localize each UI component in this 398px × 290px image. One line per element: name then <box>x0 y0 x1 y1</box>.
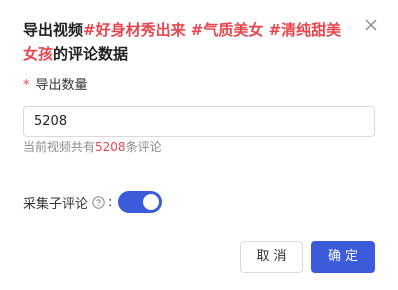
title-suffix: 的评论数据 <box>53 45 129 63</box>
cancel-button[interactable]: 取消 <box>240 241 303 273</box>
sub-comments-row: 采集子评论 : <box>23 191 163 213</box>
dialog-title: 导出视频#好身材秀出来 #气质美女 #清纯甜美女孩的评论数据 <box>23 18 353 66</box>
title-prefix: 导出视频 <box>23 21 84 39</box>
required-mark: * <box>23 78 30 93</box>
hint-prefix: 当前视频共有 <box>23 140 96 154</box>
sub-comments-label: 采集子评论 <box>23 196 89 212</box>
label-colon: : <box>108 194 113 210</box>
quantity-input[interactable] <box>23 106 375 137</box>
hint-count: 5208 <box>95 140 126 154</box>
quantity-label-text: 导出数量 <box>35 78 88 93</box>
confirm-button[interactable]: 确定 <box>311 241 375 273</box>
hint-suffix: 条评论 <box>125 140 162 154</box>
close-icon[interactable] <box>362 16 380 34</box>
sub-comments-toggle[interactable] <box>118 191 163 213</box>
toggle-knob <box>143 194 160 210</box>
question-circle-icon[interactable] <box>92 195 105 209</box>
quantity-label: * 导出数量 <box>23 77 88 95</box>
comment-count-hint: 当前视频共有5208条评论 <box>23 138 162 156</box>
export-comments-dialog: 导出视频#好身材秀出来 #气质美女 #清纯甜美女孩的评论数据 * 导出数量 当前视… <box>0 0 398 290</box>
